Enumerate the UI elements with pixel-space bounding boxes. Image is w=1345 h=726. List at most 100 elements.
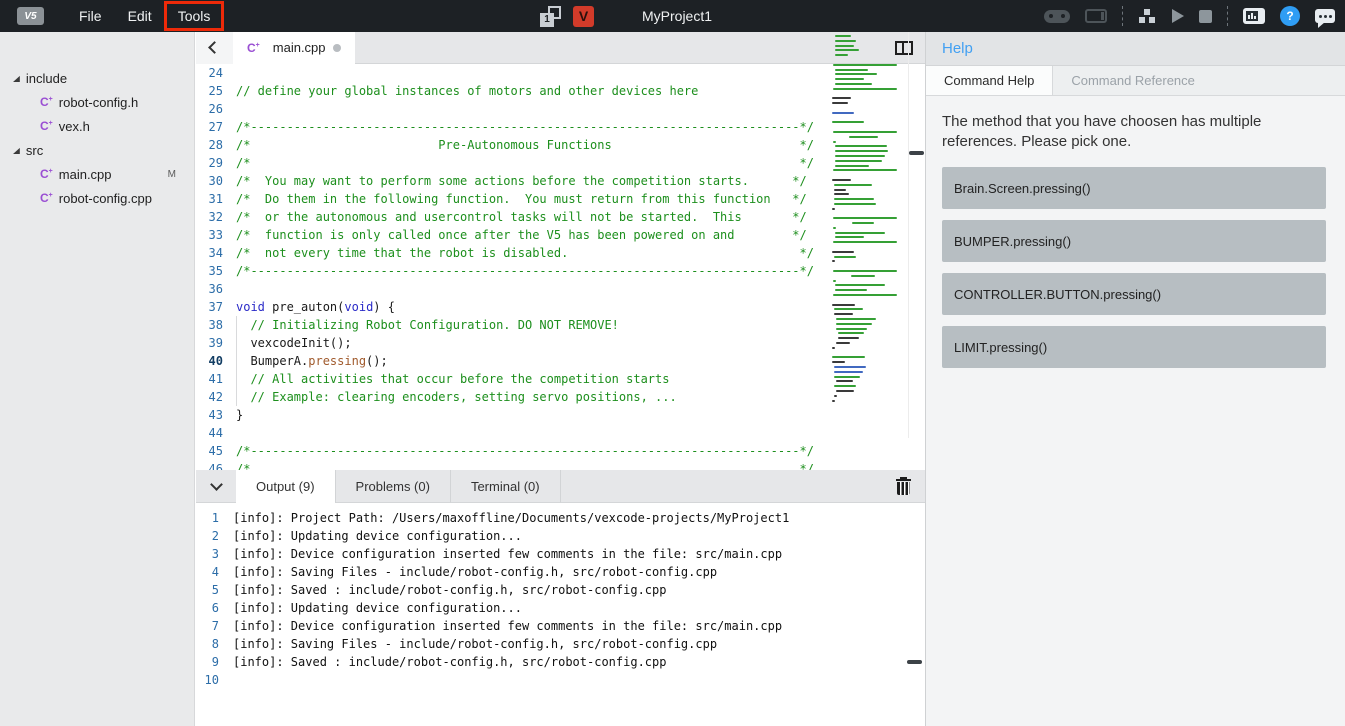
minimap-line <box>832 347 835 349</box>
minimap-line <box>835 232 885 234</box>
output-tab-bar: Output (9)Problems (0)Terminal (0) <box>196 470 925 503</box>
code-text: /*--------------------------------------… <box>236 442 814 460</box>
minimap-line <box>834 395 837 397</box>
code-text: /* */ <box>236 460 814 470</box>
code-segment: // Initializing Robot Configuration. DO … <box>236 318 619 332</box>
devices-dice-icon[interactable] <box>1138 8 1157 25</box>
menu-edit[interactable]: Edit <box>115 2 165 30</box>
tab-label: main.cpp <box>273 40 326 55</box>
minimap-line <box>832 265 904 267</box>
code-line: 33/* function is only called once after … <box>196 226 925 244</box>
tab-problems[interactable]: Problems (0) <box>336 470 451 503</box>
tools-highlight-annotation <box>164 1 225 31</box>
stop-icon[interactable] <box>1199 10 1212 23</box>
minimap-line <box>834 366 866 368</box>
output-line: 5[info]: Saved : include/robot-config.h,… <box>196 581 925 599</box>
file-main-cpp[interactable]: C+main.cppM <box>0 162 194 186</box>
code-text: /* or the autonomous and usercontrol tas… <box>236 208 807 226</box>
output-log[interactable]: 1[info]: Project Path: /Users/maxoffline… <box>196 503 925 725</box>
brain-screen-icon[interactable] <box>1085 9 1107 23</box>
minimap-line <box>832 117 904 119</box>
help-tab-command-reference[interactable]: Command Reference <box>1053 66 1213 95</box>
code-line: 36 <box>196 280 925 298</box>
minimap-line <box>835 289 867 291</box>
clear-output-trash-icon[interactable] <box>896 477 911 495</box>
code-text: // Initializing Robot Configuration. DO … <box>236 316 619 334</box>
minimap-line <box>832 356 865 358</box>
tab-output[interactable]: Output (9) <box>236 470 336 503</box>
reference-option-button[interactable]: LIMIT.pressing() <box>942 326 1326 368</box>
code-area[interactable]: 2425// define your global instances of m… <box>196 64 925 470</box>
file-robot-config-h[interactable]: C+robot-config.h <box>0 90 194 114</box>
help-question-icon[interactable]: ? <box>1280 6 1300 26</box>
code-text: /* */ <box>236 154 814 172</box>
minimap-line <box>832 93 904 95</box>
file-vex-h[interactable]: C+vex.h <box>0 114 194 138</box>
minimap-line <box>832 59 904 61</box>
output-line-number: 9 <box>196 653 233 671</box>
minimap-line <box>832 260 835 262</box>
minimap-line <box>834 313 853 315</box>
output-line-number: 7 <box>196 617 233 635</box>
menu-file[interactable]: File <box>66 2 115 30</box>
line-number: 24 <box>196 64 236 82</box>
folder-src[interactable]: ◢src <box>0 138 194 162</box>
minimap-line <box>832 352 904 354</box>
editor-scrollbar[interactable] <box>908 32 925 438</box>
output-line-number: 6 <box>196 599 233 617</box>
file-explorer: ◢includeC+robot-config.hC+vex.h◢srcC+mai… <box>0 32 195 726</box>
file-name: main.cpp <box>59 167 112 182</box>
tab-terminal[interactable]: Terminal (0) <box>451 470 561 503</box>
modified-dot-icon <box>333 44 341 52</box>
folder-include[interactable]: ◢include <box>0 66 194 90</box>
reference-option-button[interactable]: BUMPER.pressing() <box>942 220 1326 262</box>
minimap-line <box>832 121 864 123</box>
code-line: 30/* You may want to perform some action… <box>196 172 925 190</box>
collapse-panel-button[interactable] <box>196 483 236 489</box>
run-play-icon[interactable] <box>1172 9 1184 23</box>
minimap-line <box>834 193 848 195</box>
device-info-icon[interactable] <box>1243 8 1265 24</box>
code-line: 24 <box>196 64 925 82</box>
output-scroll-handle[interactable] <box>907 660 922 664</box>
code-segment: void <box>236 300 265 314</box>
file-robot-config-cpp[interactable]: C+robot-config.cpp <box>0 186 194 210</box>
reference-option-button[interactable]: CONTROLLER.BUTTON.pressing() <box>942 273 1326 315</box>
controller-icon[interactable] <box>1044 10 1070 23</box>
output-line-text: [info]: Saved : include/robot-config.h, … <box>233 581 666 599</box>
code-line: 45/*------------------------------------… <box>196 442 925 460</box>
feedback-chat-icon[interactable] <box>1315 9 1335 23</box>
minimap-line <box>835 155 885 157</box>
code-text: /* not every time that the robot is disa… <box>236 244 814 262</box>
project-name[interactable]: MyProject1 <box>642 8 712 24</box>
code-segment: pre_auton( <box>265 300 344 314</box>
brain-status-icon[interactable]: V <box>573 6 594 27</box>
slot-selector-button[interactable]: 1 <box>540 6 561 27</box>
editor-scroll-handle[interactable] <box>909 151 924 155</box>
line-number: 27 <box>196 118 236 136</box>
code-segment: // All activities that occur before the … <box>236 372 669 386</box>
menu-tools[interactable]: Tools <box>165 2 224 30</box>
line-number: 33 <box>196 226 236 244</box>
minimap-line <box>835 35 851 37</box>
minimap-line <box>835 145 887 147</box>
help-tab-command-help[interactable]: Command Help <box>926 66 1053 95</box>
minimap[interactable] <box>832 35 904 427</box>
help-panel: Help Command HelpCommand Reference The m… <box>925 32 1345 726</box>
code-line: 34/* not every time that the robot is di… <box>196 244 925 262</box>
help-tabs: Command HelpCommand Reference <box>926 66 1345 96</box>
slot-number: 1 <box>540 13 554 27</box>
output-line: 8[info]: Saving Files - include/robot-co… <box>196 635 925 653</box>
file-name: robot-config.cpp <box>59 191 152 206</box>
tab-main-cpp[interactable]: C+ main.cpp <box>233 32 355 64</box>
menu-label: File <box>79 8 102 24</box>
minimap-line <box>833 294 896 296</box>
code-editor: C+ main.cpp 2425// define your global in… <box>196 32 925 470</box>
line-number: 35 <box>196 262 236 280</box>
code-text: } <box>236 406 243 424</box>
reference-option-button[interactable]: Brain.Screen.pressing() <box>942 167 1326 209</box>
output-line-number: 10 <box>196 671 233 689</box>
disclosure-triangle-icon: ◢ <box>13 73 20 83</box>
back-button[interactable] <box>196 32 233 64</box>
output-line: 6[info]: Updating device configuration..… <box>196 599 925 617</box>
